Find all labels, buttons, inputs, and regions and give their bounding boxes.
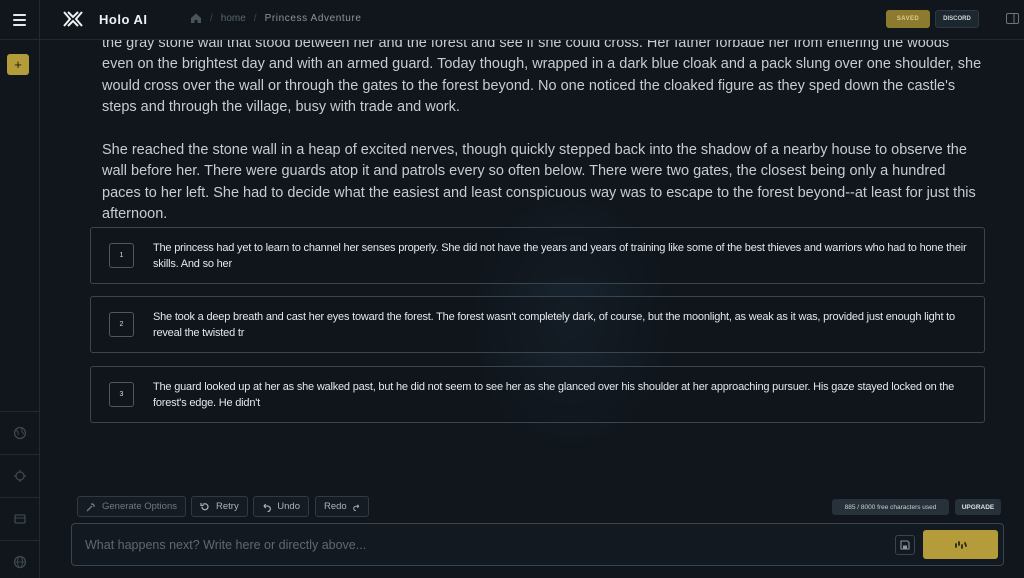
option-text: The guard looked up at her as she walked… (153, 381, 955, 409)
story-paragraph[interactable]: the gray stone wall that stood between h… (102, 33, 982, 119)
generate-options-button[interactable]: Generate Options (77, 496, 186, 517)
sidebar-target-button[interactable] (0, 454, 40, 497)
retry-button[interactable]: Retry (191, 496, 248, 517)
option-number: 2 (109, 312, 134, 337)
left-sidebar: + (0, 40, 40, 578)
undo-icon (263, 503, 271, 512)
redo-label: Redo (324, 501, 347, 512)
retry-label: Retry (216, 501, 239, 512)
cards-icon (14, 514, 26, 524)
target-icon (14, 470, 26, 482)
breadcrumb-current: Princess Adventure (264, 12, 362, 24)
wand-icon (86, 502, 95, 511)
saved-button[interactable]: SAVED (886, 10, 930, 28)
breadcrumb-separator: / (210, 12, 213, 24)
holo-logo-icon[interactable] (63, 11, 83, 27)
breadcrumb-home[interactable]: home (221, 13, 246, 24)
continuation-option-3[interactable]: 3 The guard looked up at her as she walk… (90, 366, 985, 423)
side-panel-icon[interactable] (1006, 13, 1019, 24)
story-text[interactable]: the gray stone wall that stood between h… (102, 33, 982, 247)
story-paragraph[interactable]: She reached the stone wall in a heap of … (102, 140, 982, 226)
sidebar-globe-button[interactable] (0, 411, 40, 454)
continuation-option-2[interactable]: 2 She took a deep breath and cast her ey… (90, 296, 985, 353)
option-text: She took a deep breath and cast her eyes… (153, 311, 955, 339)
upgrade-button[interactable]: UPGRADE (955, 499, 1001, 515)
app-title[interactable]: Holo AI (99, 12, 148, 27)
save-icon (900, 540, 910, 550)
sidebar-cards-button[interactable] (0, 497, 40, 540)
home-icon[interactable] (190, 12, 202, 24)
loading-spinner-icon (954, 540, 967, 549)
send-button[interactable] (923, 530, 998, 559)
discord-button[interactable]: DISCORD (935, 10, 979, 28)
add-story-button[interactable]: + (7, 54, 29, 75)
option-text: The princess had yet to learn to channel… (153, 242, 967, 270)
continuation-option-1[interactable]: 1 The princess had yet to learn to chann… (90, 227, 985, 284)
prompt-input[interactable] (85, 536, 865, 554)
breadcrumb: / home / Princess Adventure (190, 12, 362, 24)
breadcrumb-separator: / (253, 12, 257, 24)
generate-options-label: Generate Options (102, 501, 177, 512)
redo-icon (352, 503, 359, 511)
undo-label: Undo (277, 501, 300, 512)
hamburger-menu-icon[interactable] (0, 0, 40, 40)
retry-icon (200, 502, 209, 510)
save-button[interactable] (895, 535, 915, 555)
globe-icon (13, 426, 27, 440)
option-number: 3 (109, 382, 134, 407)
top-bar: Holo AI / home / Princess Adventure SAVE… (0, 0, 1024, 40)
option-number: 1 (109, 243, 134, 268)
sidebar-world-button[interactable] (0, 540, 40, 578)
world-icon (13, 555, 27, 569)
undo-button[interactable]: Undo (253, 496, 309, 517)
characters-used-badge: 885 / 8000 free characters used (832, 499, 949, 515)
redo-button[interactable]: Redo (315, 496, 369, 517)
prompt-input-box (71, 523, 1004, 566)
